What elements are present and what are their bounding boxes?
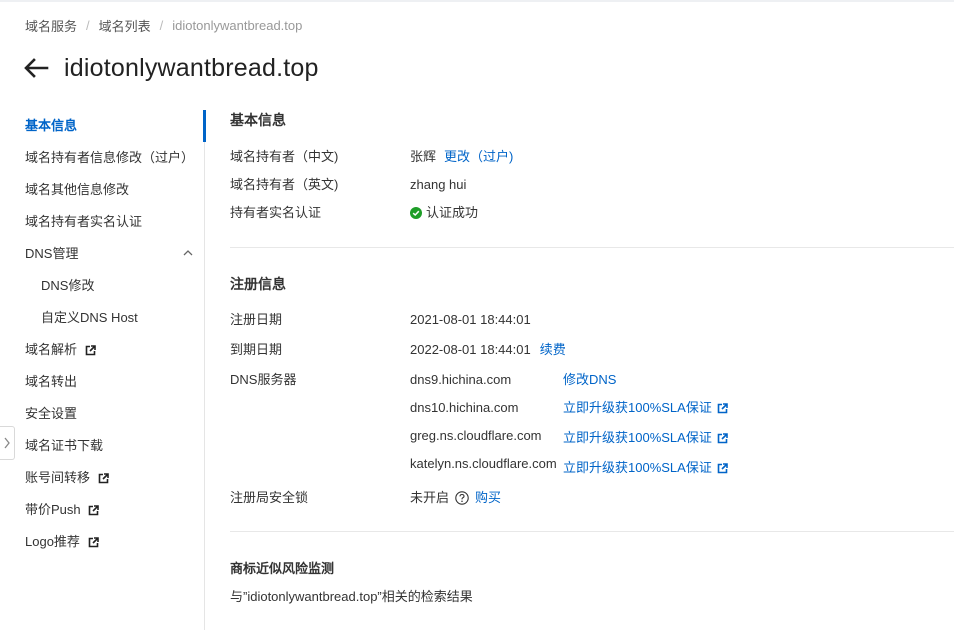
external-link-icon	[717, 432, 728, 443]
lock-value: 未开启	[410, 490, 450, 505]
owner-cn-value: 张辉	[410, 149, 437, 164]
modify-dns-link[interactable]: 修改DNS	[563, 370, 616, 390]
external-link-icon	[717, 462, 728, 473]
section-divider	[230, 531, 954, 532]
external-link-icon	[717, 402, 728, 413]
reg-date-value: 2021-08-01 18:44:01	[410, 312, 531, 327]
chevron-up-icon[interactable]	[183, 249, 193, 257]
sidebar-item-label: 域名其他信息修改	[25, 182, 130, 197]
sidebar-item-basic-info[interactable]: 基本信息	[0, 110, 206, 142]
sidebar-item-account-transfer[interactable]: 账号间转移	[0, 462, 206, 494]
dns-host: dns10.hichina.com	[410, 400, 519, 415]
sidebar-nav: 基本信息 域名持有者信息修改（过户） 域名其他信息修改 域名持有者实名认证 DN…	[0, 110, 206, 630]
sidebar-item-dns-modify[interactable]: DNS修改	[0, 270, 206, 302]
breadcrumb-separator: /	[86, 17, 90, 33]
reg-date-label: 注册日期	[230, 312, 283, 327]
question-circle-icon[interactable]	[455, 491, 469, 505]
trademark-description: 与”idiotonlywantbread.top”相关的检索结果	[230, 589, 473, 604]
upgrade-sla-link-label: 立即升级获100%SLA保证	[563, 400, 712, 415]
owner-en-value: zhang hui	[410, 177, 467, 192]
sidebar-item-label: 域名解析	[25, 342, 78, 357]
sidebar-item-label: DNS修改	[41, 278, 95, 293]
sidebar-item-label: 自定义DNS Host	[41, 310, 138, 325]
upgrade-sla-link-label: 立即升级获100%SLA保证	[563, 430, 712, 445]
dns-label: DNS服务器	[230, 372, 297, 387]
external-link-icon	[85, 345, 96, 356]
breadcrumb-separator: /	[159, 17, 164, 33]
verify-label: 持有者实名认证	[230, 205, 322, 220]
section-title-trademark: 商标近似风险监测	[230, 561, 335, 576]
verify-status: 认证成功	[410, 203, 478, 223]
sidebar-item-other-info[interactable]: 域名其他信息修改	[0, 174, 206, 206]
sidebar-item-label: 域名持有者信息修改（过户）	[25, 150, 195, 165]
sidebar-item-transfer-out[interactable]: 域名转出	[0, 366, 206, 398]
sidebar-item-custom-dns-host[interactable]: 自定义DNS Host	[0, 302, 206, 334]
top-border	[0, 0, 954, 2]
sidebar-item-realname-verify[interactable]: 域名持有者实名认证	[0, 206, 206, 238]
verify-status-text: 认证成功	[426, 205, 479, 220]
owner-transfer-link[interactable]: 更改（过户)	[444, 147, 513, 167]
section-title-registration: 注册信息	[230, 276, 286, 292]
sidebar-item-label: 域名证书下载	[25, 438, 104, 453]
sidebar-item-dns-management[interactable]: DNS管理	[0, 238, 206, 270]
dns-host: dns9.hichina.com	[410, 372, 512, 387]
sidebar-item-label: 基本信息	[25, 118, 78, 133]
breadcrumb-domain-list[interactable]: 域名列表	[99, 16, 151, 35]
page-header: idiotonlywantbread.top	[22, 50, 319, 86]
upgrade-sla-link[interactable]: 立即升级获100%SLA保证	[563, 398, 728, 418]
page-title: idiotonlywantbread.top	[64, 53, 319, 82]
lock-label: 注册局安全锁	[230, 490, 309, 505]
sidebar-item-cert-download[interactable]: 域名证书下载	[0, 430, 206, 462]
exp-date-value-group: 2022-08-01 18:44:01 续费	[410, 340, 566, 360]
sidebar-item-label: 域名持有者实名认证	[25, 214, 143, 229]
lock-value-group: 未开启 购买	[410, 488, 501, 508]
back-arrow-icon[interactable]	[22, 56, 50, 80]
sidebar-item-label: Logo推荐	[25, 534, 80, 549]
external-link-icon	[98, 473, 109, 484]
upgrade-sla-link-label: 立即升级获100%SLA保证	[563, 460, 712, 475]
section-title-basic: 基本信息	[230, 112, 286, 128]
modify-dns-link-label: 修改DNS	[563, 372, 617, 387]
dns-host: greg.ns.cloudflare.com	[410, 428, 542, 443]
check-circle-icon	[410, 207, 422, 219]
sidebar-item-priced-push[interactable]: 带价Push	[0, 494, 206, 526]
sidebar-collapse-handle[interactable]	[0, 426, 15, 460]
external-link-icon	[88, 505, 100, 516]
upgrade-sla-link[interactable]: 立即升级获100%SLA保证	[563, 458, 728, 478]
dns-host: katelyn.ns.cloudflare.com	[410, 456, 557, 471]
breadcrumb-domain-service[interactable]: 域名服务	[25, 16, 77, 35]
sidebar-item-security-settings[interactable]: 安全设置	[0, 398, 206, 430]
section-divider	[230, 247, 954, 248]
upgrade-sla-link[interactable]: 立即升级获100%SLA保证	[563, 428, 728, 448]
sidebar-item-logo-recommend[interactable]: Logo推荐	[0, 526, 206, 558]
breadcrumb-current: idiotonlywantbread.top	[172, 17, 303, 33]
sidebar-item-label: 账号间转移	[25, 470, 91, 485]
owner-cn-label: 域名持有者（中文)	[230, 149, 339, 164]
sidebar-item-label: DNS管理	[25, 246, 79, 261]
sidebar-item-label: 安全设置	[25, 406, 78, 421]
external-link-icon	[88, 537, 99, 548]
exp-date-label: 到期日期	[230, 342, 283, 357]
breadcrumb: 域名服务 / 域名列表 / idiotonlywantbread.top	[25, 16, 302, 34]
owner-en-label: 域名持有者（英文)	[230, 177, 339, 192]
chevron-right-icon	[4, 437, 10, 449]
sidebar-item-label: 带价Push	[25, 502, 81, 517]
owner-cn-value-group: 张辉 更改（过户)	[410, 147, 513, 167]
exp-date-value: 2022-08-01 18:44:01	[410, 342, 531, 357]
sidebar-item-domain-resolve[interactable]: 域名解析	[0, 334, 206, 366]
sidebar-item-label: 域名转出	[25, 374, 78, 389]
sidebar-item-owner-transfer[interactable]: 域名持有者信息修改（过户）	[0, 142, 206, 174]
buy-lock-link[interactable]: 购买	[475, 488, 501, 508]
renew-link[interactable]: 续费	[540, 340, 566, 360]
